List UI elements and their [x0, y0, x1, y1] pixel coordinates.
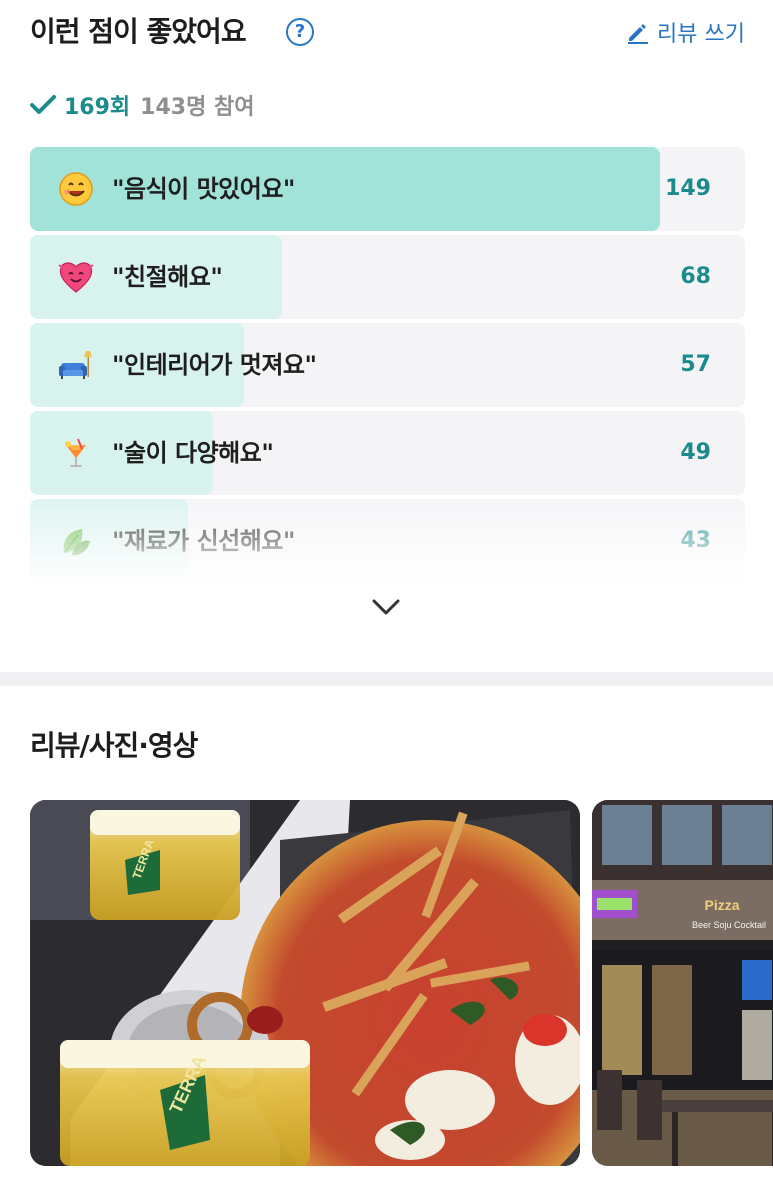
review-photo-storefront[interactable]: Pizza Beer Soju Cocktail: [592, 800, 773, 1166]
keyword-row: "술이 다양해요" 49: [30, 411, 745, 495]
participant-count: 143명 참여: [140, 95, 255, 120]
write-review-label: 리뷰 쓰기: [657, 22, 745, 47]
heart-face-icon: [56, 255, 96, 299]
total-count: 169회: [64, 95, 131, 120]
keyword-label: "술이 다양해요": [112, 439, 274, 467]
chevron-down-icon: [372, 599, 400, 615]
keyword-label: "재료가 신선해요": [112, 527, 295, 555]
keyword-count: 68: [680, 264, 711, 289]
leaf-icon: [56, 519, 96, 563]
keyword-row: "음식이 맛있어요" 149: [30, 147, 745, 231]
expand-keywords-button[interactable]: [366, 592, 406, 622]
sofa-icon: [56, 343, 96, 387]
summary: 169회 143명 참여: [30, 88, 254, 122]
keyword-label: "음식이 맛있어요": [112, 175, 295, 203]
keyword-row: "친절해요" 68: [30, 235, 745, 319]
cocktail-icon: [56, 431, 96, 475]
svg-text:Pizza: Pizza: [704, 897, 739, 913]
keyword-count: 149: [665, 176, 711, 201]
keyword-count: 43: [680, 528, 711, 553]
keyword-count: 57: [680, 352, 711, 377]
keyword-list: "음식이 맛있어요" 149 "친절해요" 68 "인테리어가 멋져요" 57 …: [30, 147, 745, 587]
keyword-label: "인테리어가 멋져요": [112, 351, 317, 379]
section-title: 리뷰/사진·영상: [30, 729, 198, 762]
store-sign: Beer Soju Cocktail: [692, 920, 766, 930]
check-icon: [30, 95, 56, 114]
keyword-row: "인테리어가 멋져요" 57: [30, 323, 745, 407]
write-review-button[interactable]: 리뷰 쓰기: [625, 14, 745, 50]
page-title: 이런 점이 좋았어요: [30, 15, 247, 48]
help-icon[interactable]: ?: [286, 18, 314, 46]
keyword-row: "재료가 신선해요" 43: [30, 499, 745, 583]
smiling-face-icon: [56, 167, 96, 211]
header: 이런 점이 좋았어요 ? 리뷰 쓰기: [30, 12, 745, 52]
pencil-icon: [628, 24, 649, 44]
review-photo-pizza[interactable]: TERRA TERRA: [30, 800, 580, 1166]
photo-carousel[interactable]: TERRA TERRA Pizza Beer Soju Cocktail: [30, 800, 773, 1166]
keyword-count: 49: [680, 440, 711, 465]
section-divider: [0, 672, 773, 686]
keyword-label: "친절해요": [112, 263, 223, 291]
